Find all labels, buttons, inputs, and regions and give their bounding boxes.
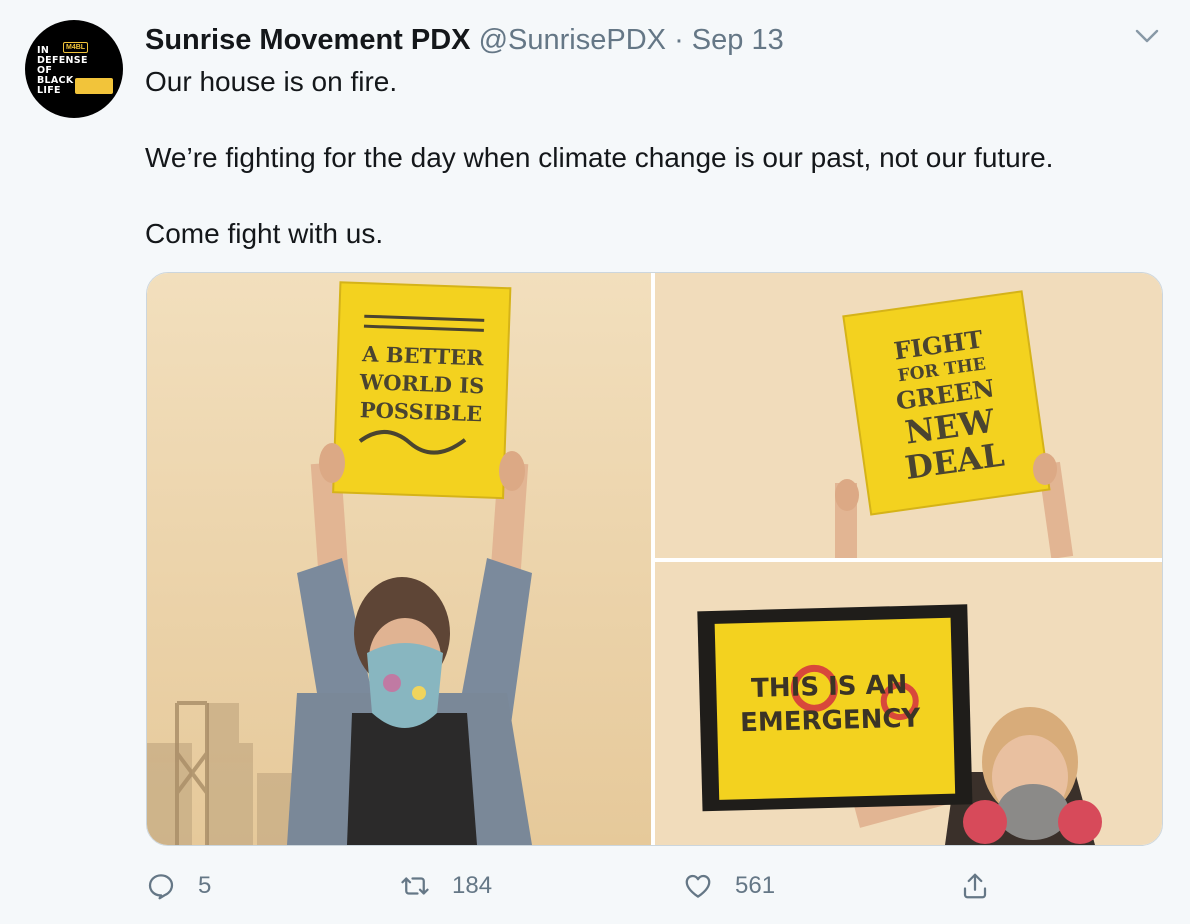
retweet-icon (401, 877, 429, 895)
photo-a-better-world[interactable]: A BETTER WORLD IS POSSIBLE (147, 273, 651, 845)
tweet-header: Sunrise Movement PDX @SunrisePDX · Sep 1… (145, 22, 784, 58)
like-button[interactable]: 561 (683, 864, 775, 908)
media-grid: A BETTER WORLD IS POSSIBLE FIGHT FOR THE… (146, 272, 1163, 846)
retweet-count: 184 (452, 872, 493, 899)
reply-button[interactable]: 5 (146, 864, 211, 908)
avatar-line: LIFE (37, 85, 61, 96)
sign-line: WORLD IS (358, 369, 484, 398)
header-separator: · (674, 24, 684, 56)
author-handle[interactable]: @SunrisePDX (479, 24, 666, 56)
tweet-actions: 5 184 561 (0, 864, 1190, 908)
share-icon (963, 873, 987, 899)
tweet-text-line: Come fight with us. (145, 218, 384, 249)
photo-emergency[interactable]: THIS IS AN EMERGENCY (655, 562, 1162, 845)
sign-line: THIS IS AN (751, 670, 908, 704)
tweet-date[interactable]: Sep 13 (692, 24, 784, 56)
tweet-text-line: We’re fighting for the day when climate … (145, 142, 1054, 173)
tweet-text-line: Our house is on fire. (145, 66, 398, 97)
avatar[interactable]: M4BL IN DEFENSE OF BLACK LIFE (25, 20, 123, 118)
retweet-button[interactable]: 184 (400, 864, 492, 908)
avatar-accent (75, 78, 113, 94)
sign-line: EMERGENCY (740, 704, 922, 739)
more-chevron-icon[interactable] (1132, 24, 1162, 48)
author-name[interactable]: Sunrise Movement PDX (145, 24, 471, 56)
avatar-badge: M4BL (63, 42, 89, 53)
share-button[interactable] (960, 864, 1012, 908)
reply-count: 5 (198, 872, 212, 899)
reply-icon (148, 874, 174, 900)
photo-green-new-deal[interactable]: FIGHT FOR THE GREEN NEW DEAL (655, 273, 1162, 558)
sign-line: POSSIBLE (359, 397, 482, 426)
like-count: 561 (735, 872, 776, 899)
sign-line: A BETTER (361, 341, 485, 370)
like-icon (685, 874, 711, 898)
